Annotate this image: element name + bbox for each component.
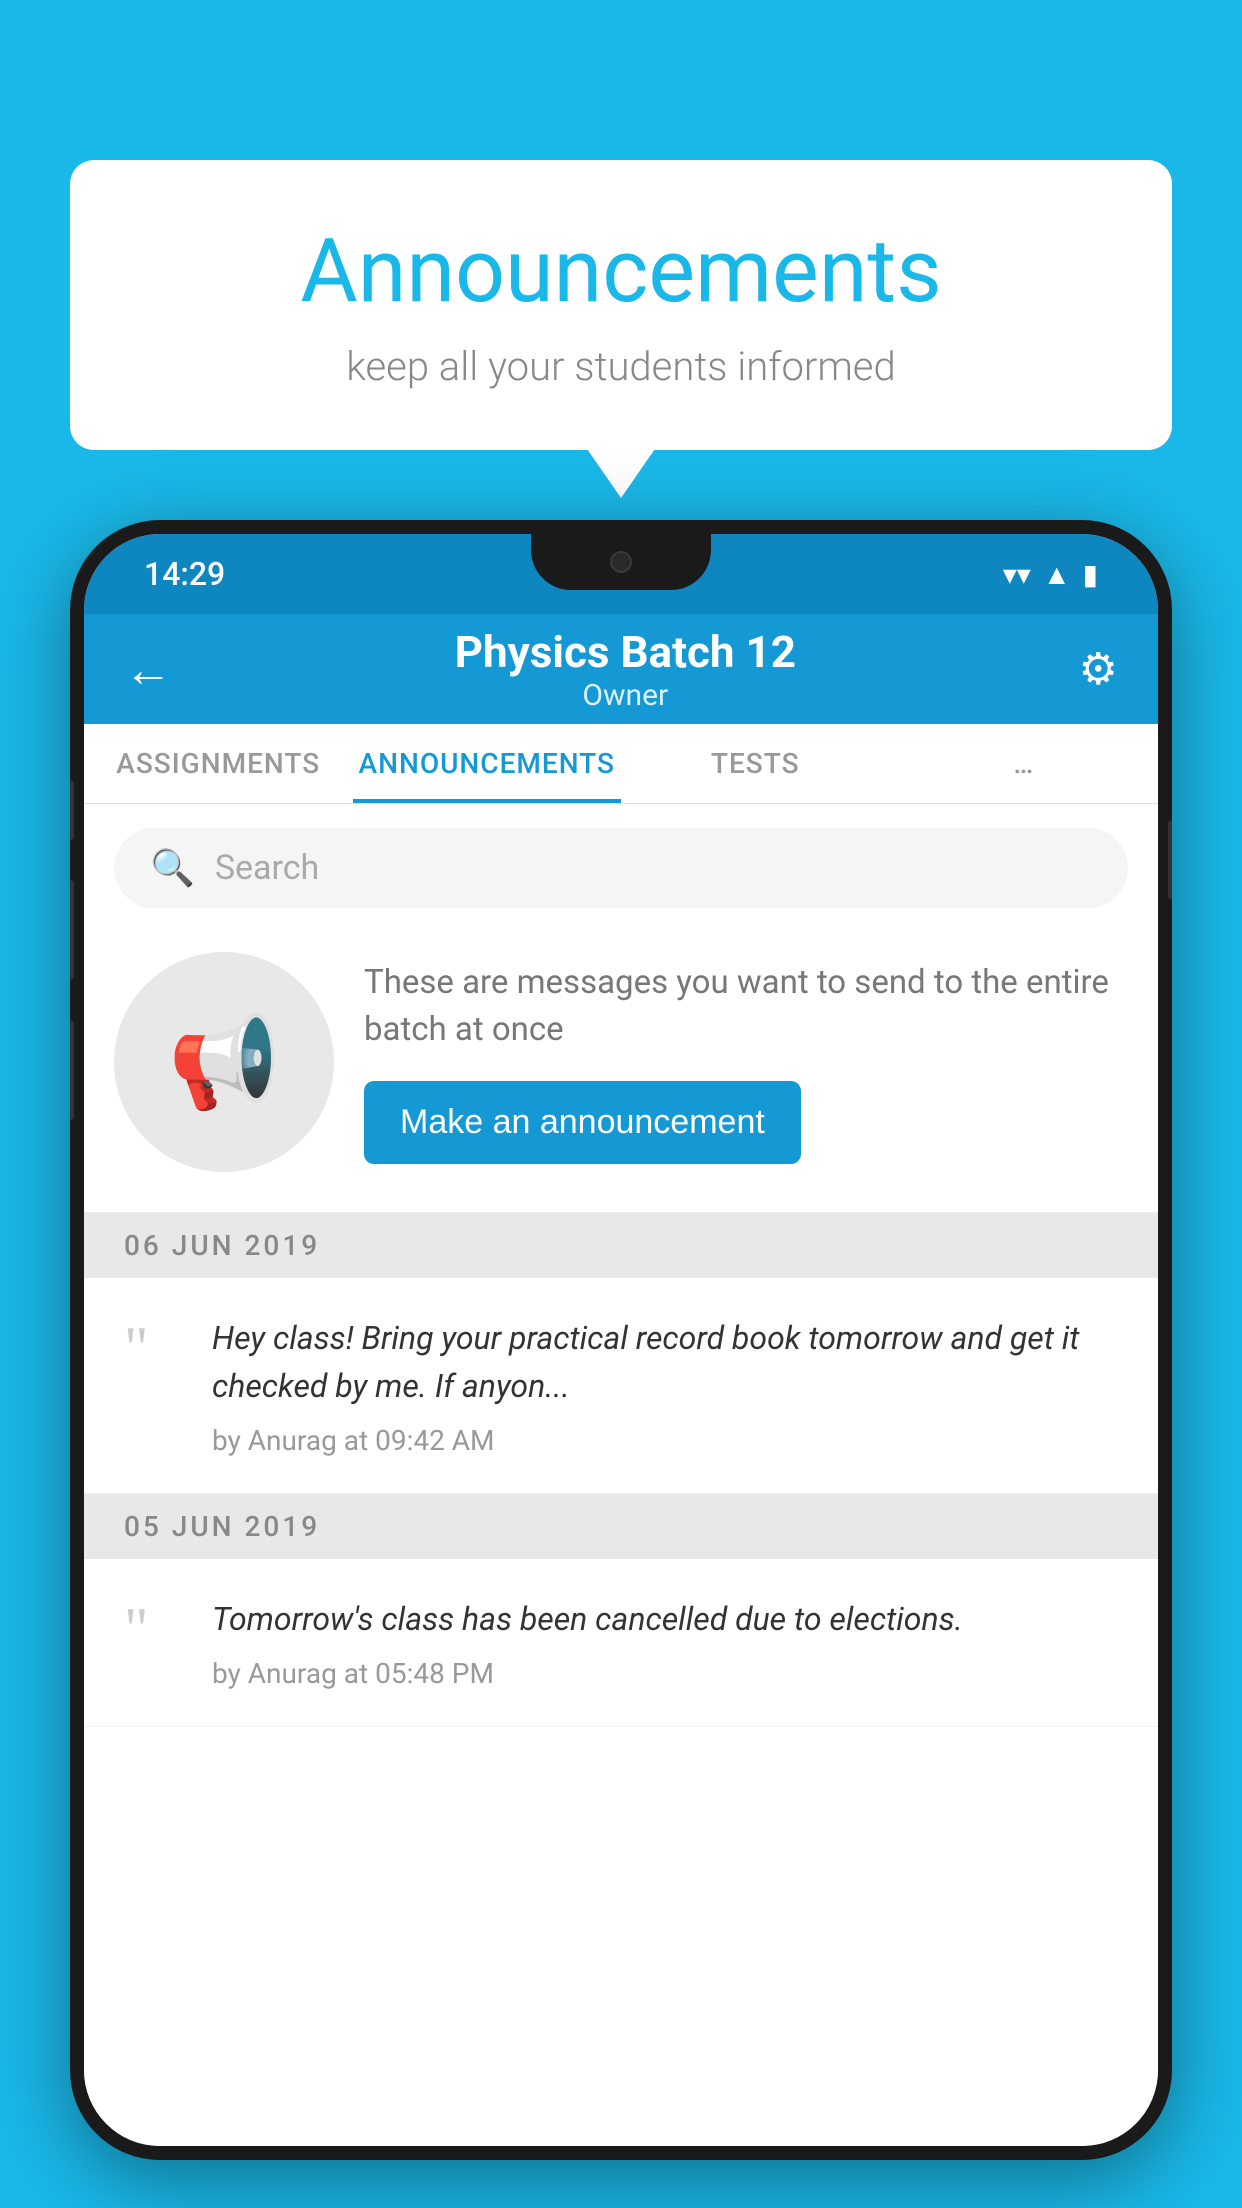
tab-announcements[interactable]: ANNOUNCEMENTS xyxy=(353,724,622,803)
search-icon: 🔍 xyxy=(150,847,195,889)
announcement-item-2[interactable]: " Tomorrow's class has been cancelled du… xyxy=(84,1559,1158,1727)
tab-assignments[interactable]: ASSIGNMENTS xyxy=(84,724,353,803)
announcement-meta-1: by Anurag at 09:42 AM xyxy=(212,1424,1118,1457)
status-time: 14:29 xyxy=(144,555,225,593)
tabs-bar: ASSIGNMENTS ANNOUNCEMENTS TESTS … xyxy=(84,724,1158,804)
battery-icon: ▮ xyxy=(1083,558,1098,591)
megaphone-icon: 📢 xyxy=(168,1010,280,1115)
app-header: ← Physics Batch 12 Owner ⚙ xyxy=(84,614,1158,724)
make-announcement-button[interactable]: Make an announcement xyxy=(364,1081,801,1164)
promo-icon-circle: 📢 xyxy=(114,952,334,1172)
phone-screen: 14:29 ▾▾ ▲ ▮ ← Physics Batch 12 Owner ⚙ xyxy=(84,534,1158,2146)
announcement-text-area-2: Tomorrow's class has been cancelled due … xyxy=(212,1595,1118,1690)
tab-tests[interactable]: TESTS xyxy=(621,724,890,803)
date-divider-1: 06 JUN 2019 xyxy=(84,1213,1158,1278)
header-title: Physics Batch 12 xyxy=(172,626,1079,678)
quote-icon-2: " xyxy=(124,1599,184,1659)
announcement-text-area-1: Hey class! Bring your practical record b… xyxy=(212,1314,1118,1457)
announcement-text-2: Tomorrow's class has been cancelled due … xyxy=(212,1595,1118,1643)
signal-icon: ▲ xyxy=(1043,558,1071,591)
settings-icon[interactable]: ⚙ xyxy=(1079,643,1118,695)
speech-bubble-container: Announcements keep all your students inf… xyxy=(70,160,1172,450)
status-icons: ▾▾ ▲ ▮ xyxy=(1003,558,1098,591)
header-center: Physics Batch 12 Owner xyxy=(172,626,1079,713)
tab-more[interactable]: … xyxy=(890,724,1159,803)
promo-text-area: These are messages you want to send to t… xyxy=(364,960,1128,1163)
phone-frame: 14:29 ▾▾ ▲ ▮ ← Physics Batch 12 Owner ⚙ xyxy=(70,520,1172,2160)
speech-bubble-title: Announcements xyxy=(150,220,1092,323)
announcement-item-1[interactable]: " Hey class! Bring your practical record… xyxy=(84,1278,1158,1494)
header-subtitle: Owner xyxy=(172,678,1079,713)
promo-description: These are messages you want to send to t… xyxy=(364,960,1128,1052)
content-area: 🔍 Search 📢 These are messages you want t… xyxy=(84,804,1158,2146)
search-bar[interactable]: 🔍 Search xyxy=(114,828,1128,908)
status-bar: 14:29 ▾▾ ▲ ▮ xyxy=(84,534,1158,614)
announcement-text-1: Hey class! Bring your practical record b… xyxy=(212,1314,1118,1410)
phone-vol-up-button xyxy=(70,880,74,980)
date-divider-2: 05 JUN 2019 xyxy=(84,1494,1158,1559)
announcement-meta-2: by Anurag at 05:48 PM xyxy=(212,1657,1118,1690)
back-button[interactable]: ← xyxy=(124,641,172,698)
phone-power-button xyxy=(1168,820,1172,900)
search-placeholder: Search xyxy=(215,848,319,888)
camera-dot xyxy=(610,551,632,573)
speech-bubble-subtitle: keep all your students informed xyxy=(150,343,1092,390)
wifi-icon: ▾▾ xyxy=(1003,558,1031,591)
promo-section: 📢 These are messages you want to send to… xyxy=(84,932,1158,1213)
phone-vol-down-button xyxy=(70,1020,74,1120)
phone-container: 14:29 ▾▾ ▲ ▮ ← Physics Batch 12 Owner ⚙ xyxy=(70,520,1172,2208)
phone-mute-button xyxy=(70,780,74,840)
speech-bubble: Announcements keep all your students inf… xyxy=(70,160,1172,450)
quote-icon-1: " xyxy=(124,1318,184,1378)
phone-notch xyxy=(531,534,711,590)
